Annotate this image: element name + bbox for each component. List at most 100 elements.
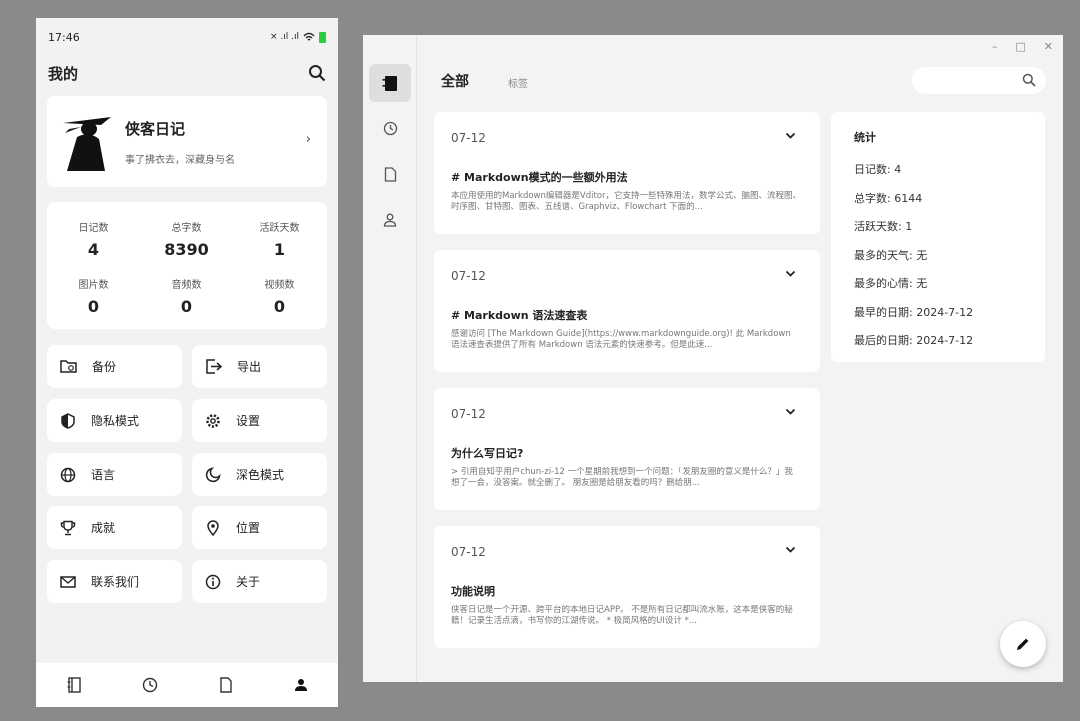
mobile-app-screen: 17:46 × .ıl .ıl 我的 侠客日记 事了拂衣去，深藏身与名 › 日记… (36, 18, 338, 707)
status-bar: 17:46 × .ıl .ıl (36, 18, 338, 56)
stat-value: 0 (87, 297, 100, 316)
menu-label: 设置 (236, 414, 261, 428)
menu-contact-us[interactable]: 联系我们 (47, 560, 182, 603)
entry-title: # Markdown 语法速查表 (451, 309, 588, 322)
entry-title: 功能说明 (451, 585, 495, 598)
menu-label: 导出 (237, 360, 262, 374)
tab-all[interactable]: 全部 (441, 71, 469, 91)
pencil-icon (1017, 638, 1029, 650)
page-title: 我的 (48, 64, 79, 83)
stat-word-count: 总字数 8390 (140, 219, 233, 259)
menu-label: 关于 (236, 575, 261, 589)
stat-video-count: 视频数 0 (233, 276, 326, 316)
status-icons: × .ıl .ıl (270, 31, 326, 43)
folder-sync-icon (60, 360, 77, 373)
app-header: 我的 (36, 56, 338, 90)
diary-entry-card[interactable]: 07-12 # Markdown 语法速查表 感谢访问 [The Markdow… (434, 250, 820, 372)
stat-active-days: 活跃天数 1 (233, 219, 326, 259)
stat-image-count: 图片数 0 (47, 276, 140, 316)
search-input[interactable] (912, 67, 1046, 94)
menu-export[interactable]: 导出 (192, 345, 327, 388)
menu-label: 位置 (236, 521, 261, 535)
menu-label: 成就 (91, 521, 116, 535)
menu-privacy-mode[interactable]: 隐私模式 (47, 399, 182, 442)
minimize-button[interactable]: – (992, 40, 998, 53)
location-pin-icon (207, 519, 219, 536)
entry-excerpt: 本应用使用的Markdown编辑器是Vditor，它支持一些特殊用法，数学公式、… (451, 191, 801, 212)
stat-label: 图片数 (78, 280, 109, 291)
chevron-down-icon[interactable] (785, 408, 796, 416)
chevron-right-icon: › (305, 132, 311, 147)
wifi-icon (303, 32, 315, 41)
stat-row: 最多的心情: 无 (854, 277, 928, 290)
menu-language[interactable]: 语言 (47, 453, 182, 496)
globe-icon (60, 467, 76, 482)
chevron-down-icon[interactable] (785, 546, 796, 554)
search-icon[interactable] (308, 64, 326, 82)
clock-icon (383, 121, 397, 135)
menu-label: 深色模式 (236, 468, 285, 482)
nav-profile-icon[interactable] (294, 678, 308, 692)
menu-backup[interactable]: 备份 (47, 345, 182, 388)
menu-achievements[interactable]: 成就 (47, 506, 182, 549)
rail-history[interactable] (369, 109, 411, 147)
entry-date: 07-12 (451, 269, 486, 283)
tab-tags[interactable]: 标签 (508, 75, 528, 90)
entry-date: 07-12 (451, 407, 486, 421)
person-icon (383, 213, 397, 227)
signal-icon: × .ıl .ıl (270, 32, 299, 42)
stat-label: 视频数 (264, 280, 295, 291)
maximize-button[interactable]: □ (1015, 40, 1025, 53)
menu-dark-mode[interactable]: 深色模式 (192, 453, 327, 496)
mail-icon (60, 575, 76, 588)
stat-value: 0 (180, 297, 193, 316)
stat-label: 音频数 (171, 280, 202, 291)
entry-date: 07-12 (451, 545, 486, 559)
profile-card[interactable]: 侠客日记 事了拂衣去，深藏身与名 › (47, 96, 327, 187)
chevron-down-icon[interactable] (785, 270, 796, 278)
nav-document-icon[interactable] (219, 677, 233, 693)
stat-audio-count: 音频数 0 (140, 276, 233, 316)
profile-name: 侠客日记 (125, 119, 186, 138)
stat-label: 日记数 (78, 223, 109, 234)
diary-book-icon (382, 75, 397, 91)
nav-history-icon[interactable] (142, 677, 158, 693)
export-icon (206, 359, 222, 374)
entry-title: # Markdown模式的一些额外用法 (451, 171, 628, 184)
entry-title: 为什么写日记? (451, 447, 524, 460)
stat-row: 总字数: 6144 (854, 191, 923, 205)
chevron-down-icon[interactable] (785, 132, 796, 140)
stat-row: 最后的日期: 2024-7-12 (854, 334, 974, 347)
entry-excerpt: 感谢访问 [The Markdown Guide](https://www.ma… (451, 329, 791, 350)
entry-excerpt: 侠客日记是一个开源、跨平台的本地日记APP。 不是所有日记都叫流水账，这本是侠客… (451, 605, 793, 626)
rail-profile[interactable] (369, 201, 411, 239)
menu-settings[interactable]: 设置 (192, 399, 327, 442)
menu-about[interactable]: 关于 (192, 560, 327, 603)
diary-entry-card[interactable]: 07-12 功能说明 侠客日记是一个开源、跨平台的本地日记APP。 不是所有日记… (434, 526, 820, 648)
menu-location[interactable]: 位置 (192, 506, 327, 549)
stat-row: 活跃天数: 1 (854, 220, 913, 233)
stat-label: 活跃天数 (259, 223, 300, 234)
nav-diary-icon[interactable] (67, 677, 81, 693)
rail-diary[interactable] (369, 64, 411, 102)
status-time: 17:46 (48, 30, 80, 44)
stat-value: 0 (273, 297, 286, 316)
profile-motto: 事了拂衣去，深藏身与名 (125, 154, 235, 166)
window-controls: – □ ✕ (992, 40, 1053, 53)
menu-label: 联系我们 (91, 575, 140, 589)
stat-row: 日记数: 4 (854, 163, 902, 176)
close-button[interactable]: ✕ (1044, 40, 1053, 53)
new-entry-button[interactable] (1000, 621, 1046, 667)
info-icon (205, 574, 221, 589)
stat-value: 4 (87, 240, 100, 259)
stat-row: 最多的天气: 无 (854, 248, 928, 262)
menu-label: 隐私模式 (91, 414, 140, 428)
trophy-icon (60, 520, 76, 535)
diary-entry-card[interactable]: 07-12 # Markdown模式的一些额外用法 本应用使用的Markdown… (434, 112, 820, 234)
rail-documents[interactable] (369, 155, 411, 193)
menu-label: 语言 (91, 468, 116, 482)
moon-icon (205, 466, 221, 482)
diary-entry-card[interactable]: 07-12 为什么写日记? > 引用自知乎用户chun-zi-12 一个星期前我… (434, 388, 820, 510)
avatar (63, 116, 111, 171)
statistics-panel: 统计 日记数: 4 总字数: 6144 活跃天数: 1 最多的天气: 无 最多的… (831, 112, 1045, 362)
